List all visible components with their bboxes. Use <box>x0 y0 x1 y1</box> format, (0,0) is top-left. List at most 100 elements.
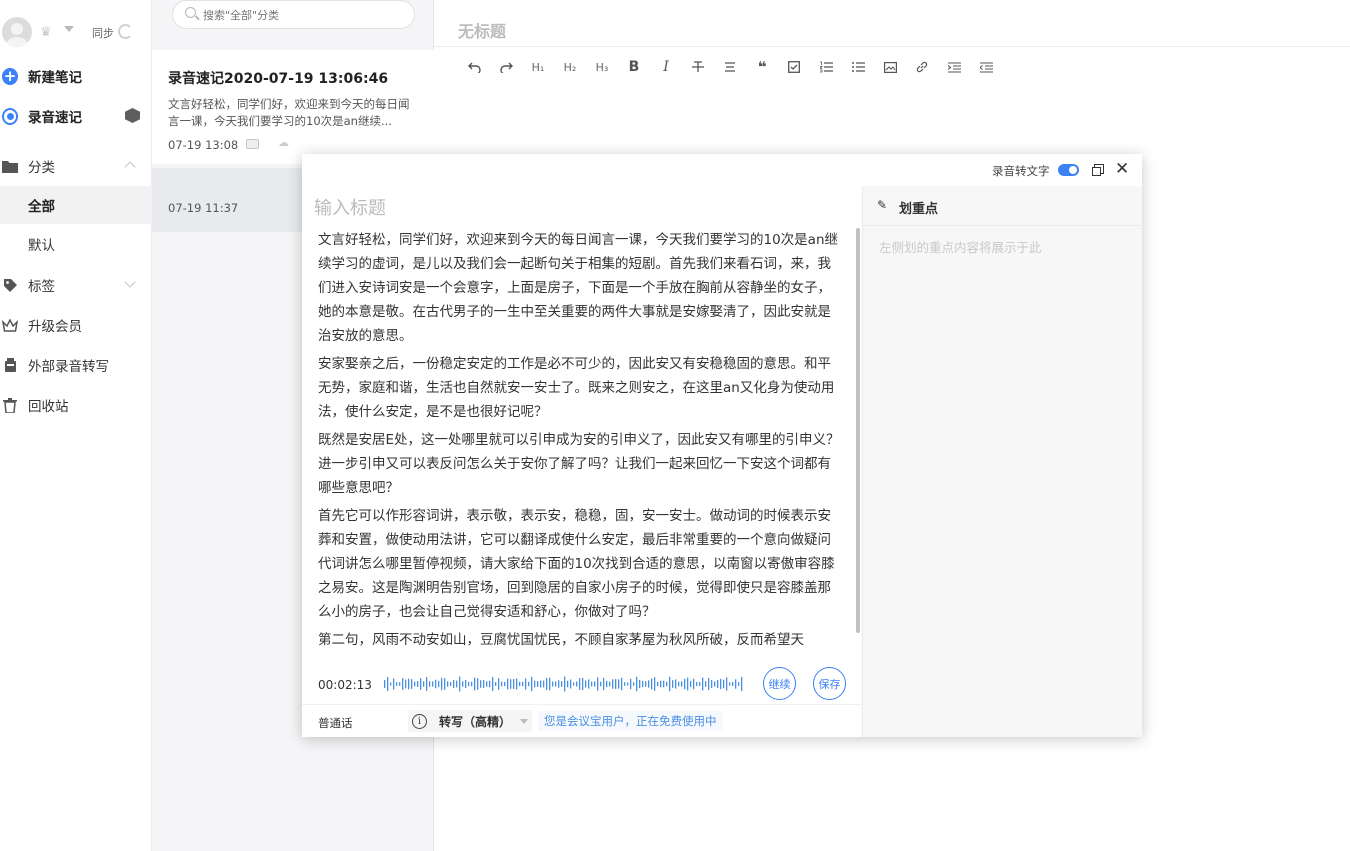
transcript-paragraph: 第二句，风雨不动安如山，豆腐忧国忧民，不顾自家茅屋为秋风所破，反而希望天 <box>318 632 804 648</box>
bold-button[interactable]: B <box>618 56 650 78</box>
waveform-bar <box>510 679 512 689</box>
transcript-text[interactable]: 文言好轻松，同学们好，欢迎来到今天的每日闻言一课，今天我们要学习的10次是an继… <box>318 228 842 653</box>
note-list-item[interactable]: 录音速记2020-07-19 13:06:46 文言好轻松，同学们好，欢迎来到今… <box>152 50 434 164</box>
heading1-button[interactable]: H₁ <box>522 56 554 78</box>
speech-to-text-toggle[interactable] <box>1058 164 1079 176</box>
italic-button[interactable]: I <box>650 56 682 78</box>
waveform-bar <box>717 680 719 688</box>
quick-record-button[interactable]: 录音速记 <box>0 98 152 134</box>
new-note-label: 新建笔记 <box>28 70 82 86</box>
waveform-bar <box>384 680 386 688</box>
dialog-status-bar: 普通话 i 转写（高精） 您是会议宝用户，正在免费使用中 <box>302 704 862 737</box>
waveform-bar <box>678 681 680 687</box>
chevron-up-icon <box>124 161 136 173</box>
waveform-bar <box>411 679 413 689</box>
sync-label[interactable]: 同步 <box>92 25 114 41</box>
waveform-bar <box>543 680 545 688</box>
category-header[interactable]: 分类 <box>0 148 152 184</box>
tag-icon <box>2 277 18 293</box>
checkbox-icon[interactable] <box>778 56 810 78</box>
waveform-bar <box>675 679 677 689</box>
restore-window-icon[interactable] <box>1092 164 1104 176</box>
waveform-bar <box>465 679 467 689</box>
cloud-icon: ☁ <box>278 136 289 149</box>
align-icon[interactable] <box>714 56 746 78</box>
avatar[interactable] <box>2 17 32 47</box>
upgrade-member-button[interactable]: 升级会员 <box>0 307 152 343</box>
heading2-button[interactable]: H₂ <box>554 56 586 78</box>
waveform-bar <box>558 680 560 688</box>
waveform-bar <box>633 682 635 686</box>
waveform-bar <box>645 681 647 687</box>
waveform-bar <box>582 677 584 691</box>
note-title-field[interactable]: 无标题 <box>458 18 506 42</box>
waveform-bar <box>567 680 569 688</box>
external-transcribe-button[interactable]: 外部录音转写 <box>0 347 152 383</box>
undo-icon[interactable] <box>458 56 490 78</box>
strikethrough-icon[interactable] <box>682 56 714 78</box>
elapsed-time: 00:02:13 <box>318 678 372 692</box>
waveform-bar <box>681 681 683 687</box>
new-note-button[interactable]: + 新建笔记 <box>0 58 152 94</box>
waveform-bar <box>555 681 557 687</box>
waveform-bar <box>564 676 566 692</box>
category-item-default[interactable]: 默认 <box>0 225 152 263</box>
indent-icon[interactable] <box>938 56 970 78</box>
link-icon[interactable] <box>906 56 938 78</box>
waveform-bar <box>471 681 473 687</box>
continue-button[interactable]: 继续 <box>763 667 796 700</box>
waveform-bar <box>579 678 581 690</box>
ordered-list-icon[interactable] <box>810 56 842 78</box>
waveform-bar <box>741 676 743 692</box>
waveform-bar <box>546 678 548 690</box>
recycle-bin-button[interactable]: 回收站 <box>0 387 152 423</box>
speech-to-text-label: 录音转文字 <box>992 164 1050 178</box>
sync-icon[interactable] <box>118 24 133 39</box>
waveform-bar <box>711 680 713 688</box>
waveform-bar <box>636 676 638 692</box>
search-box[interactable] <box>172 0 415 29</box>
heading3-button[interactable]: H₃ <box>586 56 618 78</box>
waveform-bar <box>459 676 461 692</box>
transcribe-mode-dropdown[interactable]: i 转写（高精） <box>408 710 532 732</box>
waveform-bar <box>462 681 464 687</box>
waveform-bar <box>519 681 521 687</box>
category-header-label: 分类 <box>28 160 55 176</box>
save-button[interactable]: 保存 <box>813 667 846 700</box>
search-input[interactable] <box>203 5 403 25</box>
waveform-bar <box>732 681 734 687</box>
waveform-bar <box>516 678 518 690</box>
waveform-bar <box>453 679 455 689</box>
waveform-bar <box>528 681 530 687</box>
waveform-bar <box>525 678 527 690</box>
bullet-list-icon[interactable] <box>842 56 874 78</box>
audio-waveform[interactable] <box>384 672 748 696</box>
waveform-bar <box>576 681 578 687</box>
user-status-note: 您是会议宝用户，正在免费使用中 <box>538 711 723 731</box>
hexagon-icon[interactable] <box>125 108 140 123</box>
language-selector[interactable]: 普通话 <box>318 715 353 731</box>
waveform-bar <box>456 680 458 688</box>
recording-title-input[interactable] <box>314 194 844 222</box>
audio-player: 00:02:13 继续 保存 <box>302 664 862 704</box>
crown-icon[interactable]: ♛ <box>40 25 52 40</box>
quote-icon[interactable]: ❝ <box>746 56 778 78</box>
redo-icon[interactable] <box>490 56 522 78</box>
close-icon[interactable]: ✕ <box>1115 160 1129 178</box>
external-transcribe-label: 外部录音转写 <box>28 359 109 375</box>
user-bar: ♛ 同步 <box>0 14 152 50</box>
transcript-scrollbar[interactable] <box>856 228 860 633</box>
tags-header[interactable]: 标签 <box>0 267 152 303</box>
waveform-bar <box>498 678 500 690</box>
outdent-icon[interactable] <box>970 56 1002 78</box>
folder-icon <box>2 158 18 174</box>
waveform-bar <box>588 679 590 689</box>
category-item-all[interactable]: 全部 <box>0 186 152 224</box>
editor-toolbar: H₁ H₂ H₃ B I ❝ <box>458 56 1002 78</box>
waveform-bar <box>606 680 608 688</box>
waveform-bar <box>669 676 671 692</box>
chevron-down-icon[interactable] <box>64 26 74 32</box>
chevron-down-icon <box>124 276 136 288</box>
waveform-bar <box>573 682 575 686</box>
image-icon[interactable] <box>874 56 906 78</box>
